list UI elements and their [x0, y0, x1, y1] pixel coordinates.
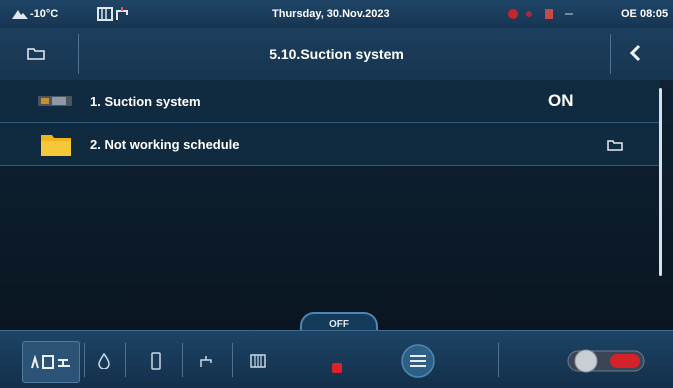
power-toggle[interactable]: [566, 341, 646, 381]
tap-icon: [116, 7, 128, 20]
toolbar-separator: [232, 343, 233, 377]
outdoor-temperature: -10°C: [30, 8, 59, 20]
folder-outline-icon: [607, 140, 623, 151]
back-button[interactable]: [613, 36, 657, 70]
folder-icon: [41, 135, 71, 156]
toolbar-separator: [84, 343, 85, 377]
clock-display: OE 08:05: [621, 8, 669, 20]
toolbar-separator: [125, 343, 126, 377]
suction-device-icon: [38, 96, 72, 106]
menu-item-suction-system[interactable]: 1. Suction system ON: [0, 80, 660, 123]
flame-icon: [98, 353, 110, 369]
tank-icon: [151, 352, 161, 370]
overview-icon: [31, 354, 70, 369]
main-menu-button[interactable]: [398, 341, 438, 381]
mode-off-label: OFF: [329, 319, 349, 330]
scrollbar[interactable]: [659, 88, 662, 276]
power-toggle-switch-icon: [567, 349, 645, 373]
chevron-left-icon: [629, 44, 641, 62]
menu-list: 1. Suction system ON 2. Not working sche…: [0, 80, 673, 320]
title-separator-right: [610, 34, 611, 74]
status-bar: -10°C Thursday, 30.Nov.2023 OE 08:05: [0, 0, 673, 28]
hamburger-menu-icon: [401, 344, 435, 378]
menu-item-not-working-schedule[interactable]: 2. Not working schedule: [0, 123, 660, 166]
tank-button[interactable]: [142, 341, 170, 381]
radiator-button[interactable]: [244, 341, 272, 381]
alarm-icon: [508, 9, 573, 19]
toolbar-separator: [182, 343, 183, 377]
menu-item-label: 1. Suction system: [90, 94, 201, 109]
suction-system-value: ON: [548, 91, 574, 110]
date-display: Thursday, 30.Nov.2023: [272, 8, 390, 20]
weather-icon: [12, 10, 28, 19]
radiator-icon: [250, 354, 266, 368]
tap-icon: [200, 356, 212, 367]
stop-indicator-icon: [332, 363, 342, 373]
bottom-toolbar: [0, 330, 673, 388]
toolbar-separator: [498, 343, 499, 377]
tap-button[interactable]: [193, 341, 221, 381]
title-bar: 5.10.Suction system: [0, 28, 673, 81]
boiler-icon: [97, 7, 113, 21]
overview-button[interactable]: [22, 341, 80, 383]
menu-item-label: 2. Not working schedule: [90, 137, 240, 152]
page-title: 5.10.Suction system: [269, 46, 404, 62]
stop-button[interactable]: [325, 341, 349, 381]
burner-button[interactable]: [90, 341, 118, 381]
